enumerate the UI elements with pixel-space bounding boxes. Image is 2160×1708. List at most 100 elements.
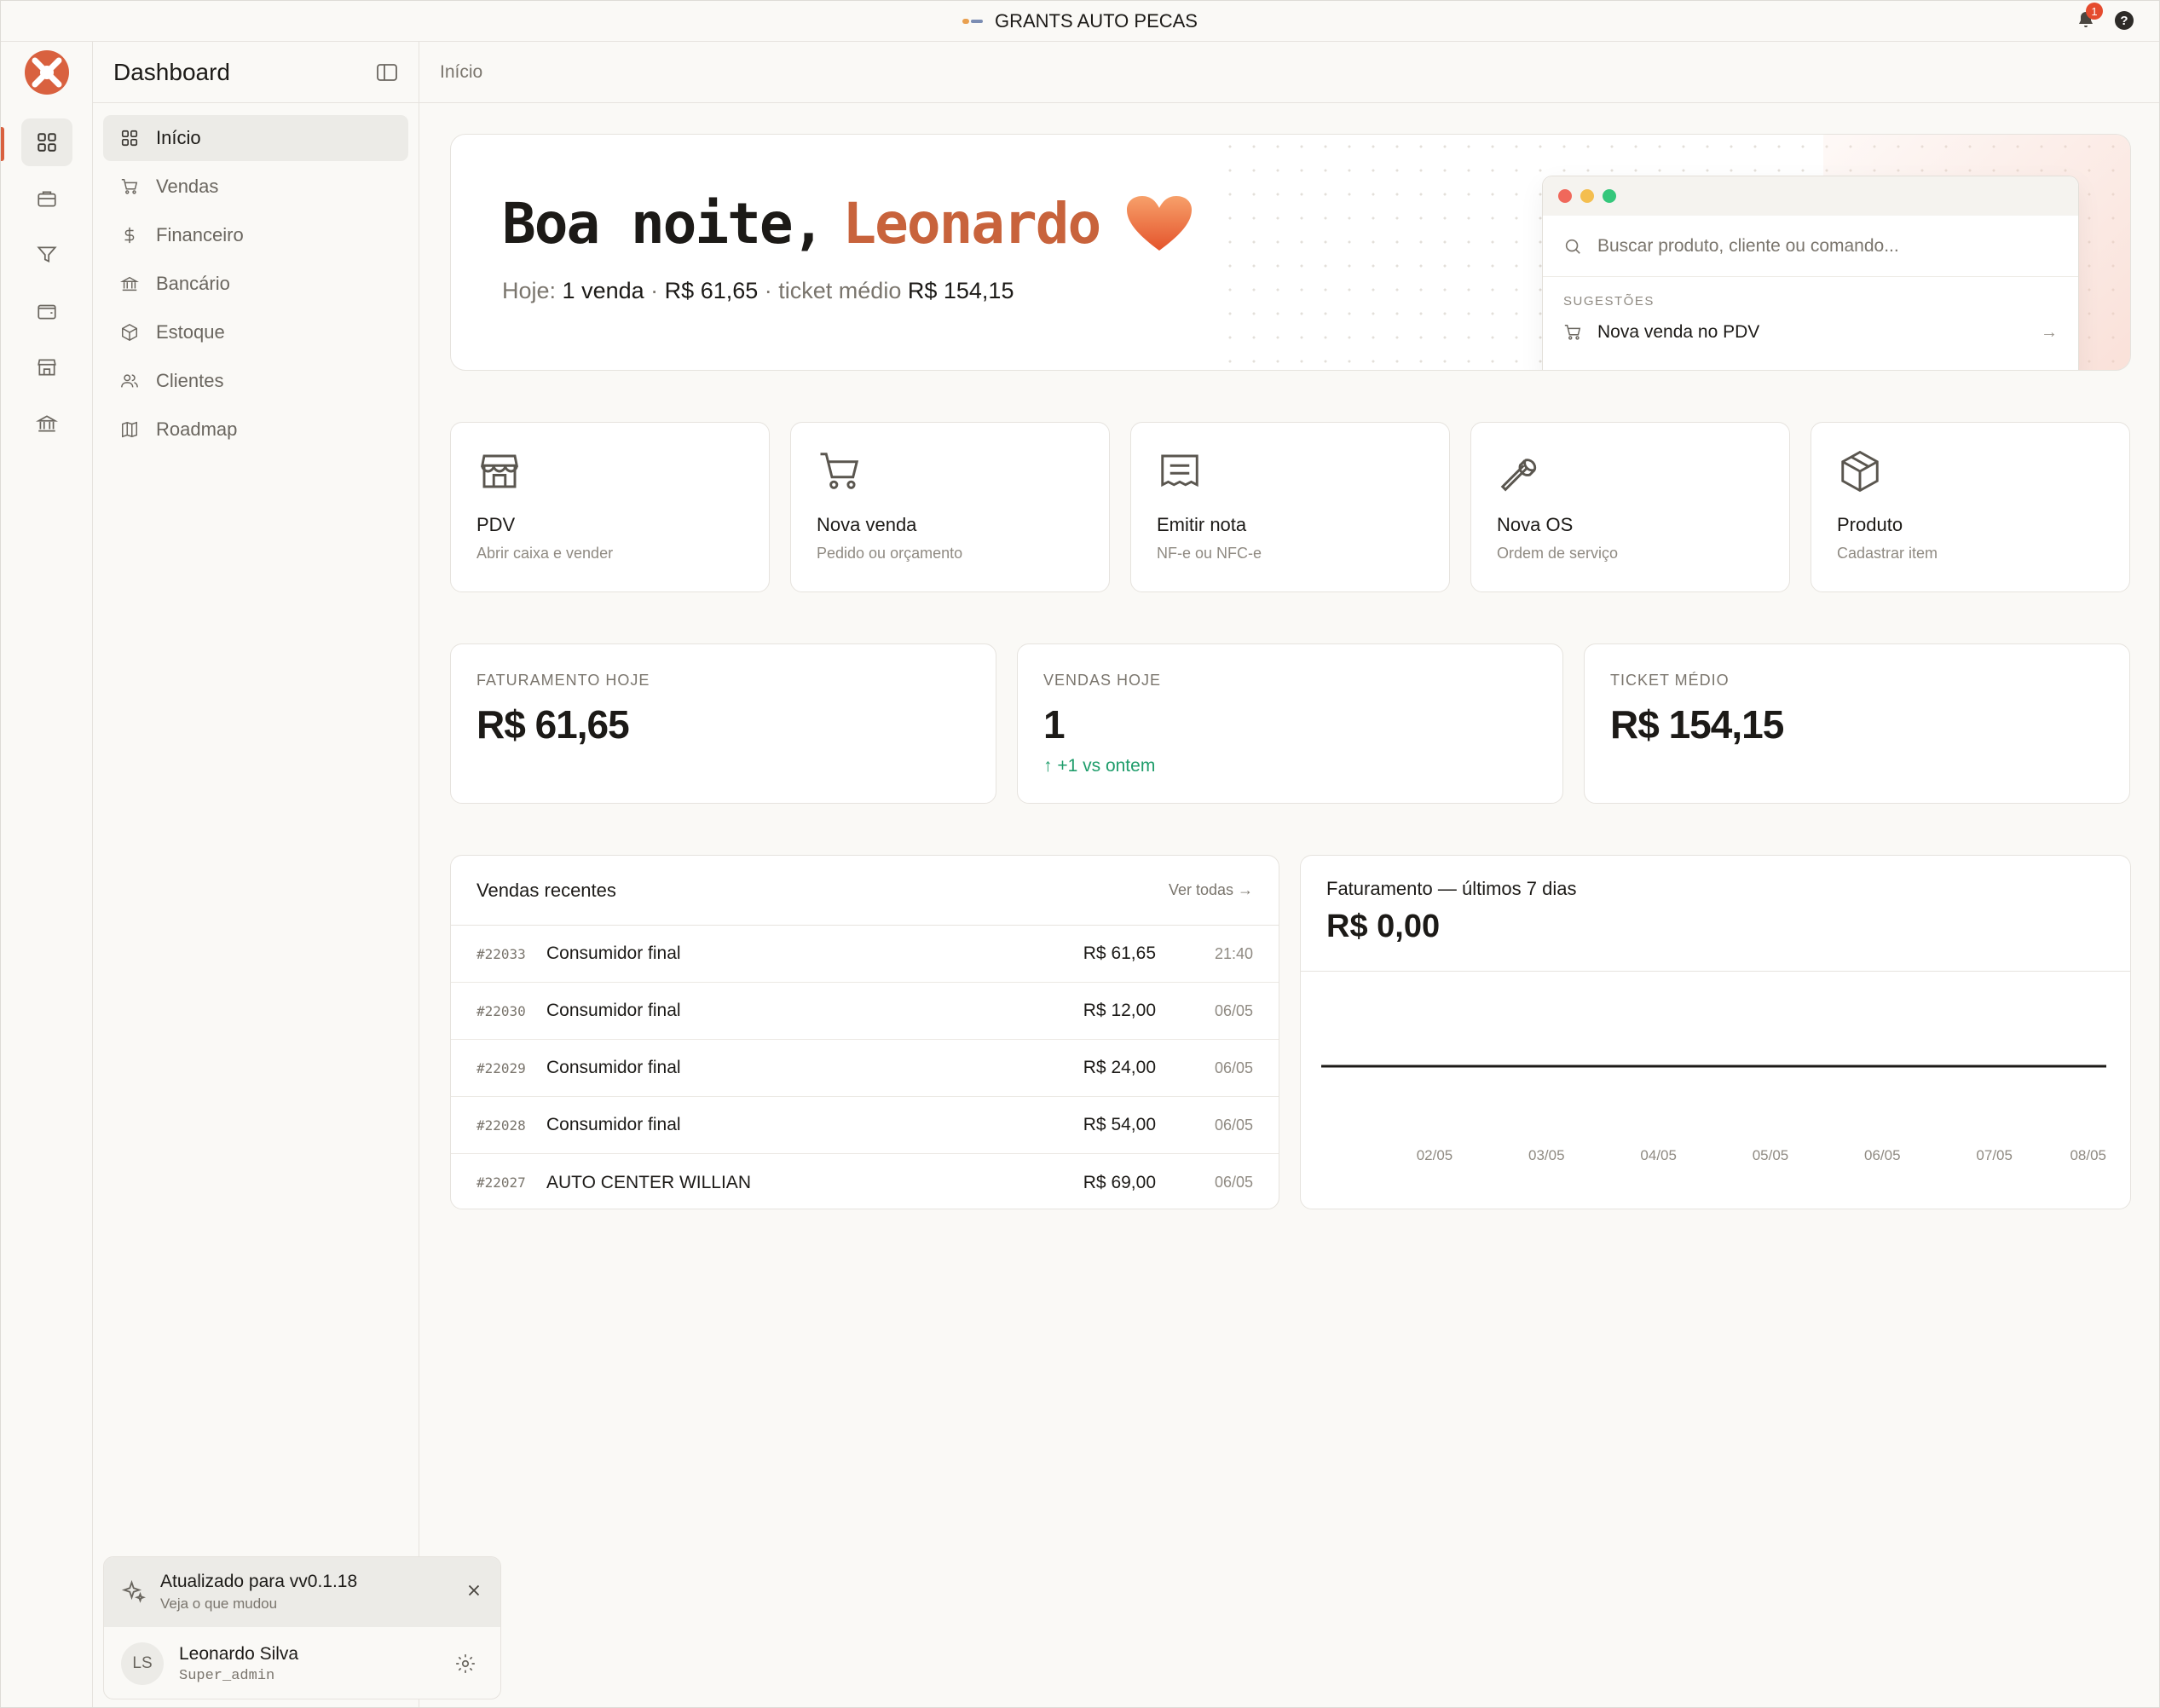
x-tick-label: 07/05 — [1976, 1147, 2013, 1163]
sale-time: 06/05 — [1214, 1116, 1253, 1134]
quick-action-pdv[interactable]: PDV Abrir caixa e vender — [450, 422, 770, 592]
x-tick-label: 04/05 — [1640, 1147, 1677, 1163]
command-search-input[interactable]: Buscar produto, cliente ou comando... — [1543, 216, 2078, 277]
sidebar-item-inicio[interactable]: Início — [103, 115, 408, 161]
briefcase-icon — [38, 191, 56, 207]
sale-id: #22027 — [476, 1174, 526, 1191]
update-title: Atualizado para vv0.1.18 — [160, 1572, 358, 1591]
update-subtitle[interactable]: Veja o que mudou — [160, 1595, 357, 1613]
table-row[interactable]: #22033 Consumidor final R$ 61,65 21:40 — [451, 926, 1279, 983]
user-role: Super_admin — [179, 1667, 275, 1684]
avatar: LS — [121, 1642, 164, 1685]
kpi-vendas-hoje: VENDAS HOJE 1 ↑ +1 vs ontem — [1017, 643, 1563, 804]
suggestion-nova-venda[interactable]: Nova venda no PDV → — [1543, 322, 2078, 343]
app-title: GRANTS AUTO PECAS — [962, 10, 1198, 32]
quick-action-nova-os[interactable]: Nova OS Ordem de serviço — [1470, 422, 1790, 592]
sidebar-title: Dashboard — [113, 58, 230, 85]
sidebar-item-label: Financeiro — [156, 224, 244, 245]
kpi-faturamento-hoje: FATURAMENTO HOJE R$ 61,65 — [450, 643, 996, 804]
sale-time: 06/05 — [1214, 1001, 1253, 1019]
sidebar-item-financeiro[interactable]: Financeiro — [103, 212, 408, 258]
table-row[interactable]: #22030 Consumidor final R$ 12,00 06/05 — [451, 983, 1279, 1040]
sale-customer: Consumidor final — [546, 1115, 681, 1134]
title-bar: GRANTS AUTO PECAS 1 ? — [1, 1, 2159, 42]
sidebar-item-estoque[interactable]: Estoque — [103, 309, 408, 355]
cart-icon — [820, 453, 859, 489]
breadcrumb-item[interactable]: Início — [440, 62, 482, 83]
revenue-chart-card: Faturamento — últimos 7 dias R$ 0,00 02/… — [1300, 855, 2131, 1209]
sparkles-icon — [121, 1579, 146, 1603]
x-tick-label: 02/05 — [1417, 1147, 1453, 1163]
user-name: Leonardo Silva — [179, 1643, 299, 1664]
summary-revenue: R$ 61,65 — [664, 278, 759, 303]
sale-id: #22028 — [476, 1117, 526, 1134]
notifications-button[interactable]: 1 — [2076, 3, 2103, 32]
sale-amount: R$ 61,65 — [1083, 943, 1156, 963]
window-controls — [1543, 176, 2078, 216]
quick-action-nova-venda[interactable]: Nova venda Pedido ou orçamento — [790, 422, 1110, 592]
breadcrumb: Início — [419, 42, 2159, 103]
users-icon — [121, 374, 138, 388]
kpi-label: TICKET MÉDIO — [1610, 672, 1730, 689]
greeting-banner: Boa noite, Leonardo Hoje: 1 venda · R$ 6… — [450, 134, 2131, 371]
x-tick-label: 03/05 — [1528, 1147, 1565, 1163]
brand-logo-icon[interactable] — [23, 49, 71, 96]
sidebar-item-label: Vendas — [156, 176, 219, 197]
sale-id: #22029 — [476, 1059, 526, 1076]
sidebar-item-roadmap[interactable]: Roadmap — [103, 407, 408, 453]
greeting-heading: Boa noite, Leonardo — [502, 191, 1193, 257]
maximize-dot-icon — [1603, 189, 1616, 203]
app-title-text: GRANTS AUTO PECAS — [995, 9, 1198, 32]
sidebar-item-label: Início — [156, 127, 201, 148]
kpi-label: FATURAMENTO HOJE — [476, 672, 650, 689]
quick-action-emitir-nota[interactable]: Emitir nota NF-e ou NFC-e — [1130, 422, 1450, 592]
suggestion-label: Nova venda no PDV — [1597, 322, 1760, 342]
quick-action-label: Nova venda — [817, 514, 917, 535]
icon-rail — [1, 42, 93, 1707]
wallet-icon — [38, 304, 56, 320]
wrench-icon — [1500, 459, 1537, 492]
table-row[interactable]: #22028 Consumidor final R$ 54,00 06/05 — [451, 1097, 1279, 1154]
table-row[interactable]: #22027 AUTO CENTER WILLIAN R$ 69,00 06/0… — [451, 1154, 1279, 1209]
revenue-line-chart: 02/05 03/05 04/05 05/05 06/05 07/05 08/05 — [1321, 1065, 2106, 1163]
command-palette-preview: Buscar produto, cliente ou comando... SU… — [1542, 176, 2079, 370]
recent-sales-card: Vendas recentes Ver todas → #22033 Consu… — [450, 855, 1279, 1209]
search-placeholder: Buscar produto, cliente ou comando... — [1597, 235, 1899, 256]
grid-icon — [38, 133, 56, 152]
sidebar-item-bancario[interactable]: Bancário — [103, 261, 408, 307]
sale-time: 06/05 — [1214, 1059, 1253, 1076]
rail-bank[interactable] — [21, 400, 72, 447]
bank-icon — [120, 276, 139, 291]
rail-wallet[interactable] — [21, 287, 72, 335]
sidebar-item-clientes[interactable]: Clientes — [103, 358, 408, 404]
recent-sales-title: Vendas recentes — [476, 879, 616, 901]
company-logo-icon — [962, 17, 983, 26]
grid-icon — [121, 130, 138, 147]
rail-filter[interactable] — [21, 231, 72, 279]
sale-customer: Consumidor final — [546, 1058, 681, 1077]
quick-action-label: PDV — [476, 514, 516, 535]
heart-icon — [1127, 195, 1193, 251]
cart-icon — [1564, 325, 1581, 340]
sidebar-item-vendas[interactable]: Vendas — [103, 164, 408, 210]
rail-dashboard[interactable] — [21, 118, 72, 166]
sidebar-item-label: Clientes — [156, 370, 224, 391]
quick-action-label: Produto — [1837, 514, 1903, 535]
quick-action-produto[interactable]: Produto Cadastrar item — [1811, 422, 2130, 592]
chart-title: Faturamento — últimos 7 dias — [1326, 878, 1577, 899]
sidebar: Dashboard Início Vendas Financeiro Bancá… — [93, 42, 501, 1707]
summary-sales: 1 venda — [562, 278, 644, 303]
sidebar-toggle-icon[interactable] — [376, 63, 398, 82]
sidebar-item-label: Estoque — [156, 321, 225, 343]
table-row[interactable]: #22029 Consumidor final R$ 24,00 06/05 — [451, 1040, 1279, 1097]
greeting-text: Boa noite, — [502, 191, 825, 257]
sale-time: 21:40 — [1214, 944, 1253, 962]
rail-store[interactable] — [21, 343, 72, 391]
box-icon — [122, 323, 137, 342]
help-button[interactable]: ? — [2115, 11, 2134, 30]
sidebar-item-label: Roadmap — [156, 418, 238, 440]
rail-briefcase[interactable] — [21, 175, 72, 222]
sale-amount: R$ 12,00 — [1083, 1001, 1156, 1020]
kpi-value: R$ 61,65 — [476, 702, 630, 747]
view-all-link[interactable]: Ver todas → — [1169, 881, 1253, 899]
